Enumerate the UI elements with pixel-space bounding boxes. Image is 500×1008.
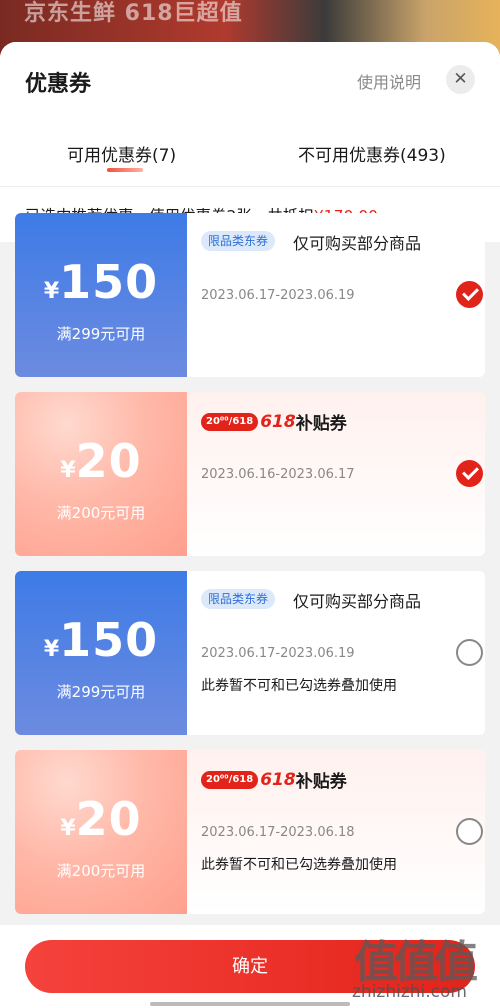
currency-symbol: ¥ xyxy=(43,637,60,662)
badge-text: 补贴券 xyxy=(295,414,347,434)
amount-value: 150 xyxy=(59,255,159,309)
active-tab-indicator xyxy=(107,168,143,172)
coupon-stub: ¥150 满299元可用 xyxy=(15,571,187,735)
coupon-detail: 20⁰⁰/618 618补贴券 2023.06.16-2023.06.17 xyxy=(187,392,485,556)
coupon-description: 仅可购买部分商品 xyxy=(293,592,422,611)
coupon-date-range: 2023.06.17-2023.06.18 xyxy=(201,825,355,840)
sheet-title: 优惠券 xyxy=(25,72,92,97)
sheet-header: 优惠券 使用说明 ✕ 可用优惠券(7) 不可用优惠券(493) xyxy=(0,42,500,186)
watermark: 值值值 zhizhizhi.com xyxy=(348,926,498,1006)
coupon-checkbox-checked[interactable] xyxy=(456,281,483,308)
currency-symbol: ¥ xyxy=(60,458,76,483)
tab-unusable-coupons[interactable]: 不可用优惠券(493) xyxy=(298,141,446,166)
coupon-detail: 限品类东券 仅可购买部分商品 2023.06.17-2023.06.19 此券暂… xyxy=(187,571,485,735)
close-icon[interactable]: ✕ xyxy=(446,65,475,94)
coupon-amount: ¥20 xyxy=(15,434,187,488)
home-indicator xyxy=(150,1002,350,1006)
badge-pill: 20⁰⁰/618 xyxy=(201,412,259,431)
badge-618: 618 xyxy=(260,411,296,432)
subsidy-badge: 20⁰⁰/618 618补贴券 xyxy=(201,767,347,792)
coupon-stacking-note: 此券暂不可和已勾选券叠加使用 xyxy=(201,678,397,694)
coupon-checkbox-unchecked[interactable] xyxy=(456,639,483,666)
coupon-category-tag: 限品类东券 xyxy=(201,231,276,251)
coupon-date-range: 2023.06.16-2023.06.17 xyxy=(201,467,355,482)
coupon-checkbox-unchecked[interactable] xyxy=(456,818,483,845)
watermark-logo: 值值值 xyxy=(354,937,478,988)
tab-usable-coupons[interactable]: 可用优惠券(7) xyxy=(67,141,176,166)
coupon-detail: 20⁰⁰/618 618补贴券 2023.06.17-2023.06.18 此券暂… xyxy=(187,750,485,914)
coupon-date-range: 2023.06.17-2023.06.19 xyxy=(201,646,355,661)
coupon-card[interactable]: ¥20 满200元可用 20⁰⁰/618 618补贴券 2023.06.17-20… xyxy=(15,750,485,914)
coupon-threshold: 满200元可用 xyxy=(56,504,146,522)
coupon-threshold: 满200元可用 xyxy=(56,862,146,880)
coupon-stacking-note: 此券暂不可和已勾选券叠加使用 xyxy=(201,857,397,873)
coupon-checkbox-checked[interactable] xyxy=(456,460,483,487)
coupon-card[interactable]: ¥150 满299元可用 限品类东券 仅可购买部分商品 2023.06.17-2… xyxy=(15,213,485,377)
badge-pill: 20⁰⁰/618 xyxy=(201,770,259,789)
coupon-stub: ¥20 满200元可用 xyxy=(15,392,187,556)
coupon-category-tag: 限品类东券 xyxy=(201,589,276,609)
coupon-card[interactable]: ¥150 满299元可用 限品类东券 仅可购买部分商品 2023.06.17-2… xyxy=(15,571,485,735)
amount-value: 20 xyxy=(75,434,142,488)
coupon-stub: ¥20 满200元可用 xyxy=(15,750,187,914)
badge-618: 618 xyxy=(260,769,296,790)
amount-value: 150 xyxy=(59,613,159,667)
coupon-threshold: 满299元可用 xyxy=(56,683,146,701)
coupon-threshold: 满299元可用 xyxy=(56,325,146,343)
watermark-url: zhizhizhi.com xyxy=(352,982,467,1002)
coupon-amount: ¥20 xyxy=(15,792,187,846)
amount-value: 20 xyxy=(75,792,142,846)
coupon-stub: ¥150 满299元可用 xyxy=(15,213,187,377)
currency-symbol: ¥ xyxy=(43,279,60,304)
coupon-amount: ¥150 xyxy=(15,613,187,667)
coupon-detail: 限品类东券 仅可购买部分商品 2023.06.17-2023.06.19 xyxy=(187,213,485,377)
coupon-date-range: 2023.06.17-2023.06.19 xyxy=(201,288,355,303)
usage-instructions-link[interactable]: 使用说明 xyxy=(357,69,421,93)
coupon-card[interactable]: ¥20 满200元可用 20⁰⁰/618 618补贴券 2023.06.16-20… xyxy=(15,392,485,556)
subsidy-badge: 20⁰⁰/618 618补贴券 xyxy=(201,409,347,434)
currency-symbol: ¥ xyxy=(60,816,76,841)
coupon-amount: ¥150 xyxy=(15,255,187,309)
coupon-description: 仅可购买部分商品 xyxy=(293,234,422,253)
badge-text: 补贴券 xyxy=(295,772,347,792)
background-banner-text: 京东生鲜 618巨超值 xyxy=(24,1,243,26)
